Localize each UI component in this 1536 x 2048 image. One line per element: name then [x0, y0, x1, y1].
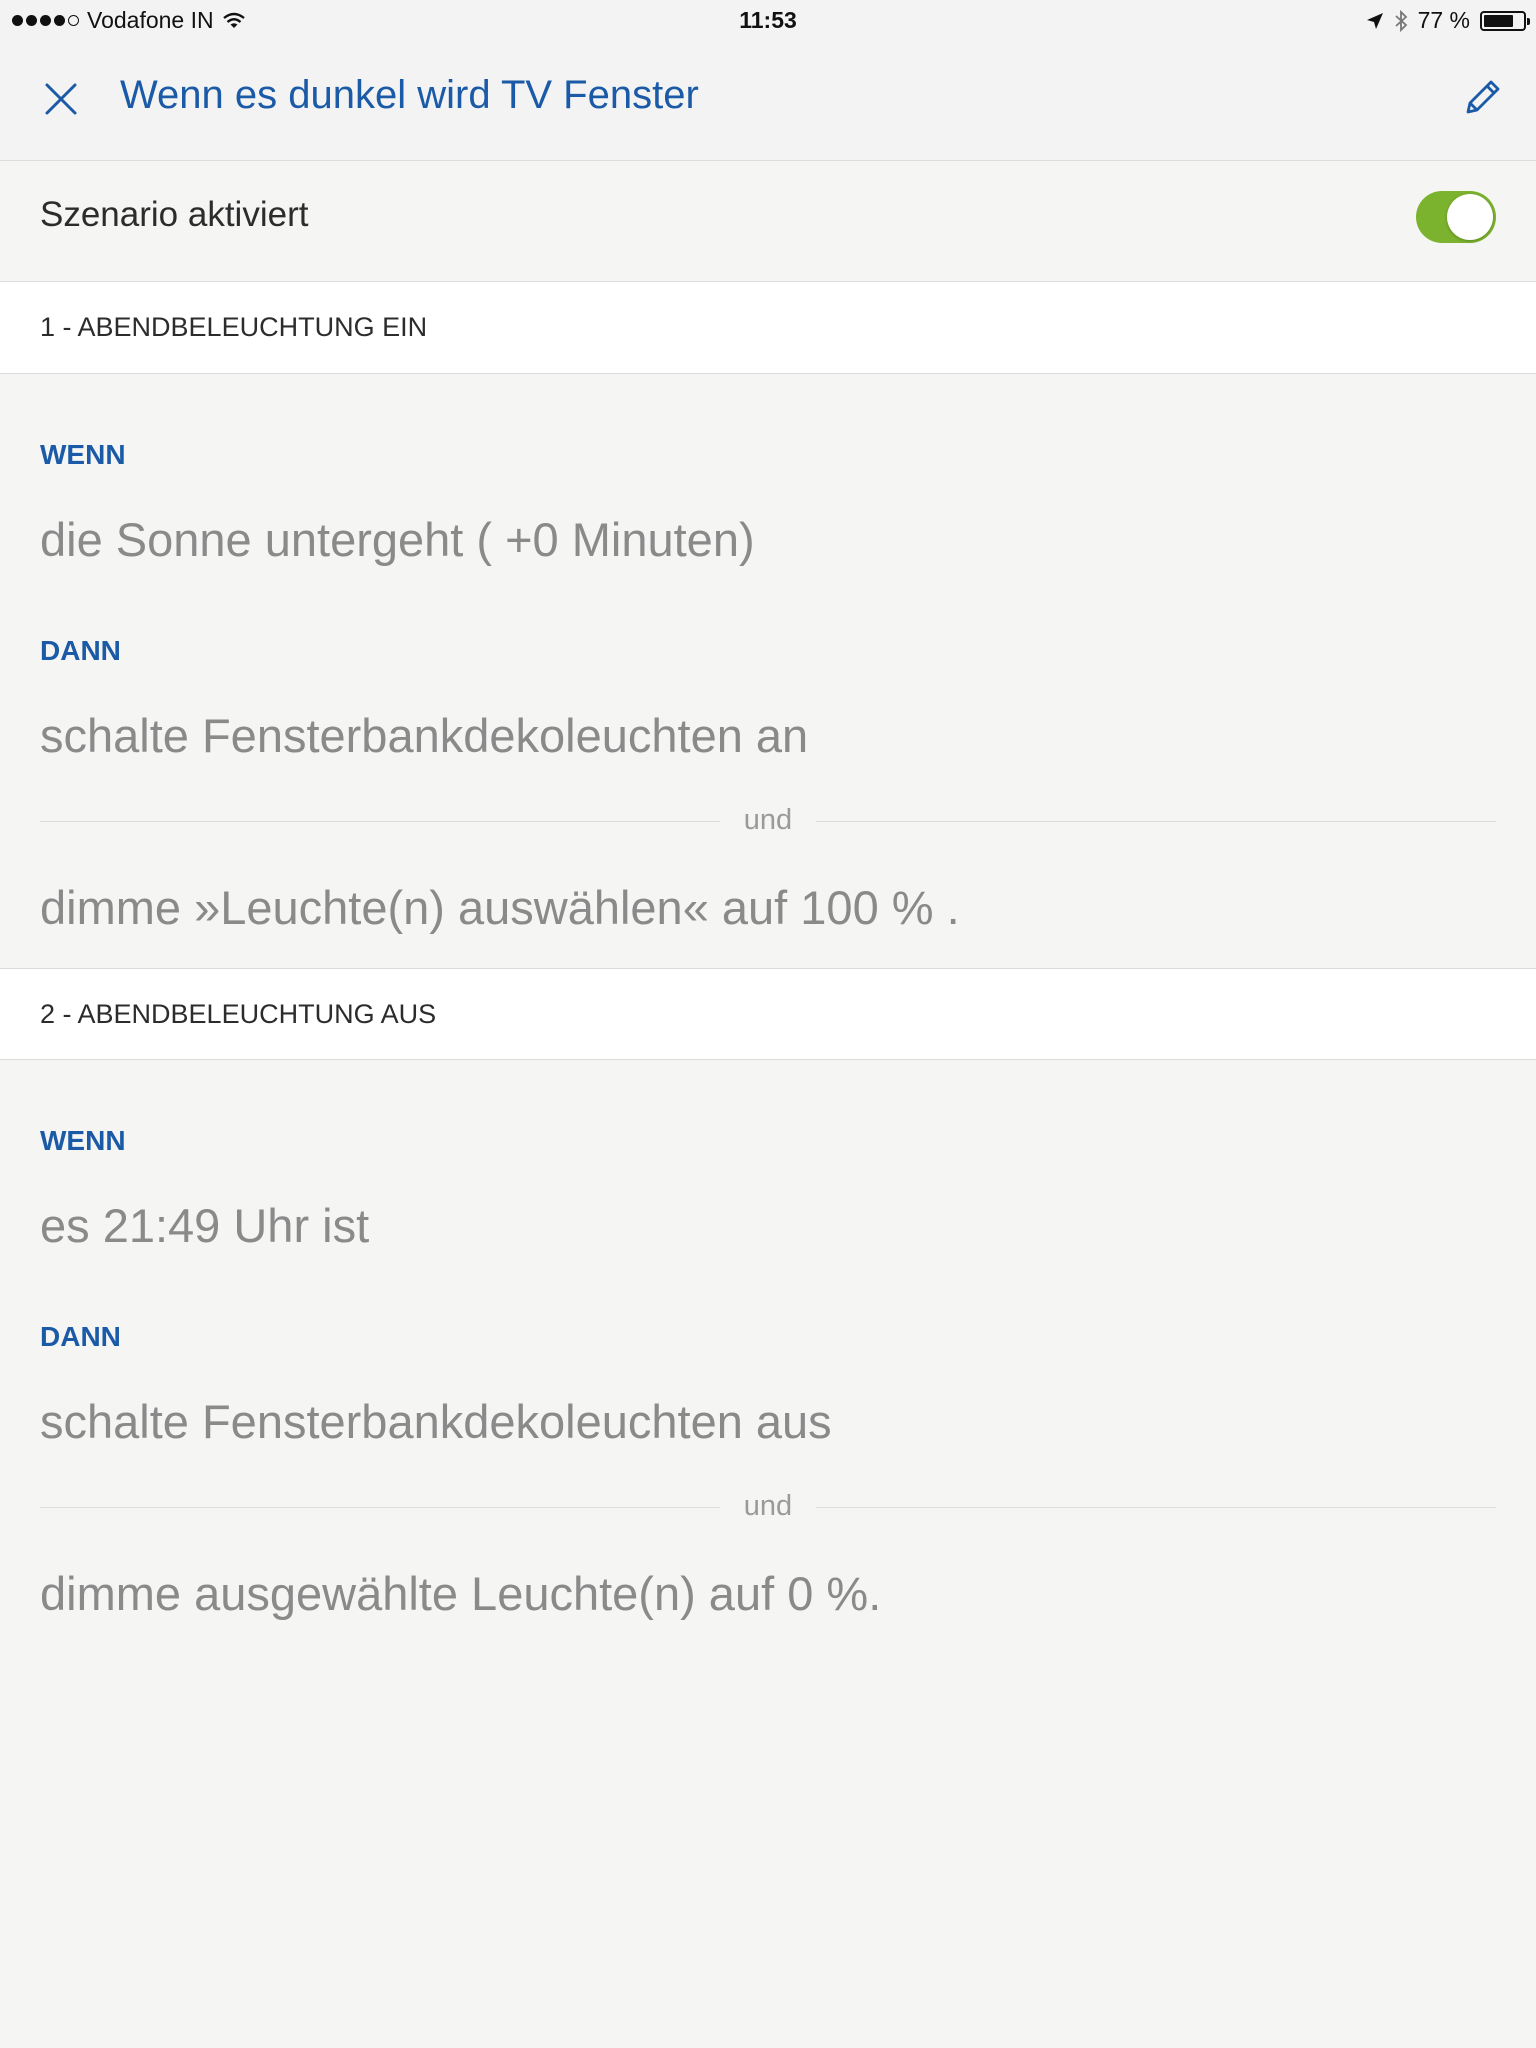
rule-1-header: 1 - ABENDBELEUCHTUNG EIN — [0, 282, 1536, 374]
rule-2-action-1[interactable]: schalte Fensterbankdekoleuchten aus — [40, 1394, 832, 1449]
battery-percent: 77 % — [1417, 7, 1470, 33]
scenario-toggle-row: Szenario aktiviert — [0, 161, 1536, 282]
rule-1-then-label: DANN — [40, 635, 121, 666]
nav-bar: Wenn es dunkel wird TV Fenster — [0, 40, 1536, 161]
scenario-toggle-switch[interactable] — [1416, 191, 1496, 243]
rule-1-action-2[interactable]: dimme »Leuchte(n) auswählen« auf 100 % . — [40, 880, 960, 935]
rule-1-when-text[interactable]: die Sonne untergeht ( +0 Minuten) — [40, 512, 755, 567]
rule-2-action-2[interactable]: dimme ausgewählte Leuchte(n) auf 0 %. — [40, 1566, 881, 1621]
rule-2-title: 2 - ABENDBELEUCHTUNG AUS — [40, 999, 437, 1029]
rule-1-title: 1 - ABENDBELEUCHTUNG EIN — [40, 312, 428, 342]
status-time: 11:53 — [739, 7, 797, 33]
close-icon[interactable] — [38, 76, 84, 122]
toggle-knob — [1447, 194, 1493, 240]
rule-1-when-label: WENN — [40, 439, 126, 470]
page-title: Wenn es dunkel wird TV Fenster — [120, 73, 699, 117]
status-bar: Vodafone IN 11:53 77 % — [0, 0, 1536, 40]
scenario-toggle-label: Szenario aktiviert — [40, 195, 309, 234]
battery-fill — [1484, 14, 1514, 27]
rule-1-connector-divider: und — [40, 801, 1496, 841]
rule-2-when-label: WENN — [40, 1125, 126, 1156]
status-right: 77 % — [1366, 7, 1530, 34]
rule-1-action-1[interactable]: schalte Fensterbankdekoleuchten an — [40, 708, 808, 763]
rule-2-connector-divider: und — [40, 1487, 1496, 1527]
battery-icon — [1480, 10, 1530, 31]
rule-2-header: 2 - ABENDBELEUCHTUNG AUS — [0, 968, 1536, 1060]
bluetooth-icon — [1394, 9, 1407, 32]
rule-2-then-label: DANN — [40, 1321, 121, 1352]
location-arrow-icon — [1366, 12, 1383, 29]
rule-2-when-text[interactable]: es 21:49 Uhr ist — [40, 1198, 369, 1253]
edit-pencil-icon[interactable] — [1458, 72, 1508, 122]
